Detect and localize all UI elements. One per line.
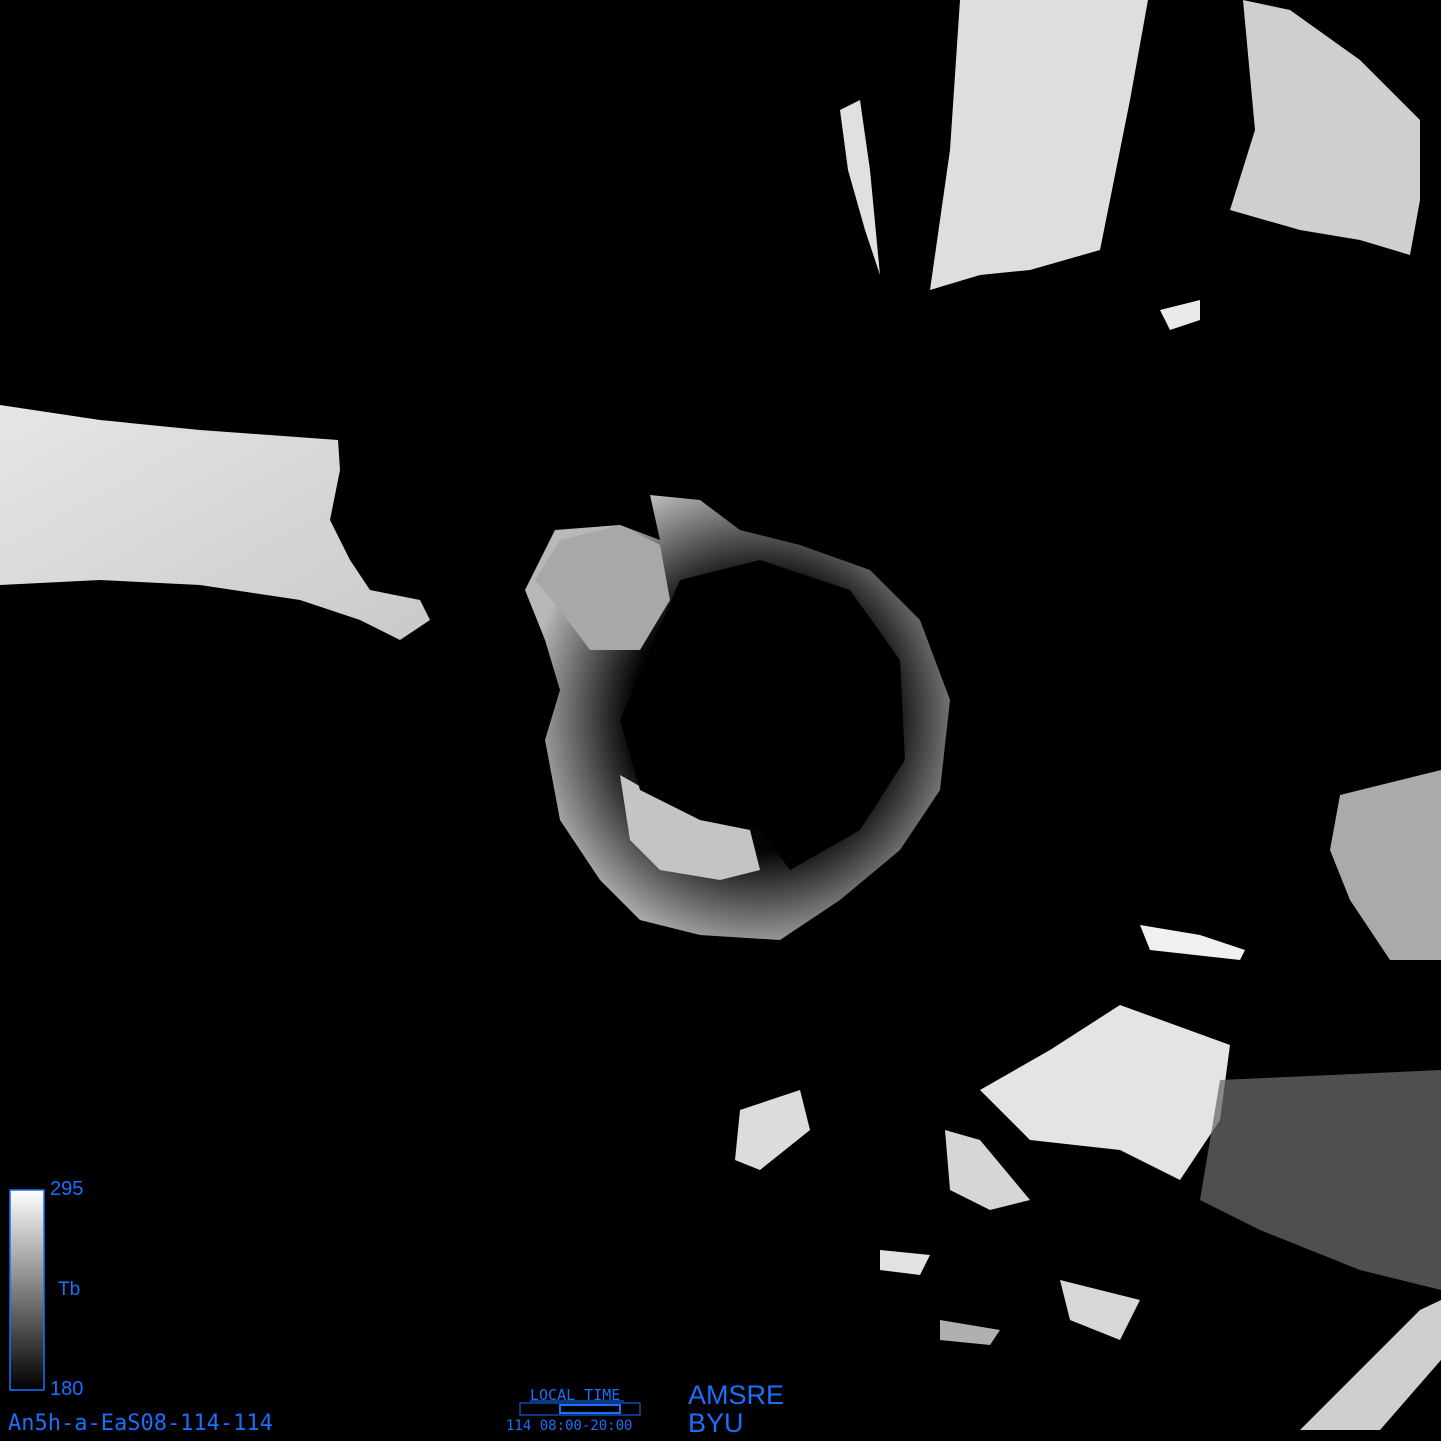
swath-top-right [1230,0,1420,255]
colorbar-max-label: 295 [50,1178,84,1200]
patch-mid-right [1160,300,1200,330]
patch-bottom-c [880,1250,930,1275]
colorbar [9,1189,45,1391]
colorbar-title: Tb [58,1279,81,1300]
patch-bottom-d [940,1320,1000,1345]
swath-top-center [930,0,1148,290]
swath-bottom-right [1200,1070,1441,1290]
organization-label: BYU [688,1408,744,1438]
swath-right-middle [1330,770,1441,960]
patch-bottom-b [1060,1280,1140,1340]
brightness-temperature-map [0,0,1441,1430]
sensor-label: AMSRE [688,1380,785,1410]
swath-bottom-center [980,1005,1230,1180]
swath-bottom-corner [1300,1300,1441,1430]
colorbar-min-label: 180 [50,1378,84,1400]
swath-bottom-left [945,1130,1030,1210]
south-america-land [0,405,430,640]
patch-bottom-a [735,1090,810,1170]
image-filename: An5h-a-EaS08-114-114 [8,1411,273,1436]
local-time-range: 114 08:00-20:00 [506,1418,633,1434]
local-time-title: LOCAL TIME [530,1386,621,1404]
patch-right [1140,925,1245,960]
swath-top-left [840,100,880,275]
